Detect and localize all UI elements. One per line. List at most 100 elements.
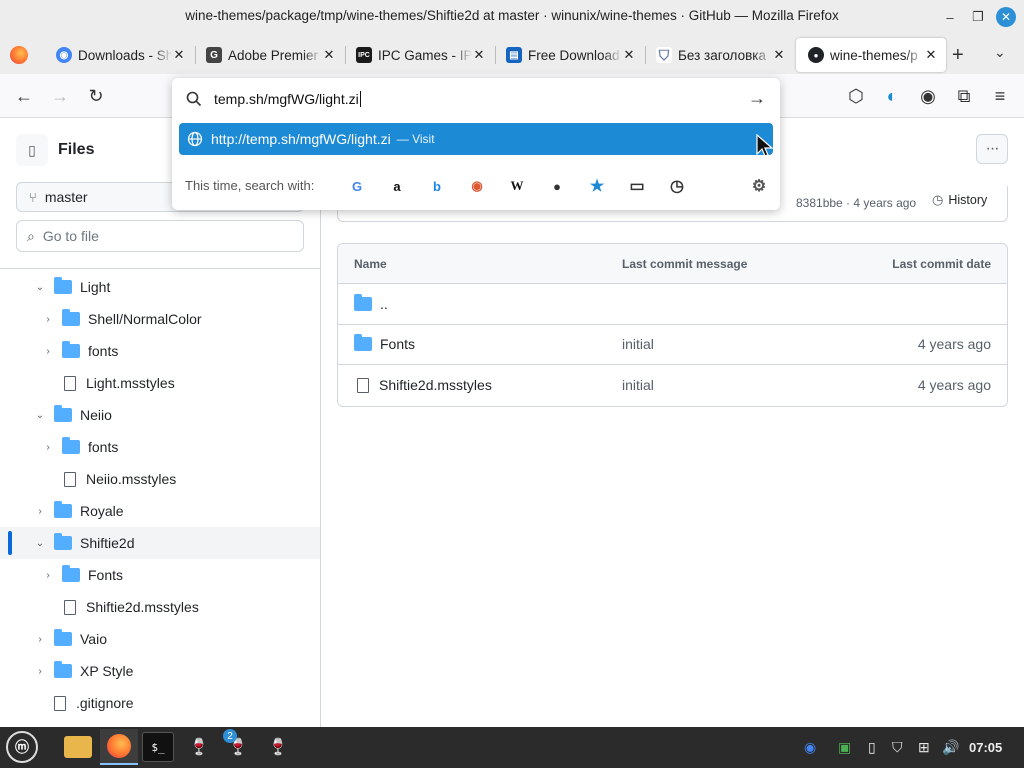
mint-menu-icon[interactable]: ⓜ	[6, 731, 38, 763]
tree-item-fonts[interactable]: › fonts	[0, 335, 320, 367]
file-name[interactable]: ..	[380, 296, 388, 312]
tree-item-label: .gitignore	[76, 695, 134, 711]
commit-message[interactable]: initial	[622, 336, 654, 352]
more-options-button[interactable]: ···	[976, 134, 1008, 164]
tree-item-xp-style[interactable]: › XP Style	[0, 655, 320, 687]
tree-item-shiftie2d-msstyles[interactable]: Shiftie2d.msstyles	[0, 591, 320, 623]
history-button[interactable]: ◷ History	[932, 192, 987, 208]
chevron-right-icon[interactable]: ›	[42, 314, 54, 325]
file-table-header: Name Last commit message Last commit dat…	[338, 244, 1007, 284]
tab-label: Downloads - Sh	[78, 47, 172, 63]
vpn-icon[interactable]: ◐	[880, 84, 904, 108]
tab-close-icon[interactable]: ✕	[472, 47, 486, 63]
go-arrow-icon[interactable]: →	[748, 88, 766, 109]
amazon-icon[interactable]: a	[386, 175, 408, 197]
tab-free-download[interactable]: ▤ Free Download ✕	[494, 38, 644, 72]
chevron-down-icon[interactable]: ⌄	[34, 538, 46, 549]
google-icon[interactable]: G	[346, 175, 368, 197]
new-tab-button[interactable]: +	[952, 44, 964, 67]
back-icon[interactable]: ←	[12, 84, 36, 108]
file-name[interactable]: Fonts	[380, 336, 415, 352]
file-name[interactable]: Shiftie2d.msstyles	[379, 377, 492, 393]
chevron-down-icon[interactable]: ⌄	[34, 410, 46, 421]
tab-ipc-games[interactable]: IPC IPC Games - IPC ✕	[344, 38, 494, 72]
extensions-icon[interactable]: ⧉	[952, 84, 976, 108]
duckduckgo-icon[interactable]: ◉	[466, 175, 488, 197]
table-row[interactable]: Shiftie2d.msstyles initial 4 years ago	[338, 366, 1007, 406]
tree-item-neiio[interactable]: ⌄ Neiio	[0, 399, 320, 431]
account-icon[interactable]: ◉	[916, 84, 940, 108]
settings-icon[interactable]: ⚙	[748, 175, 770, 197]
suggestion-url: http://temp.sh/mgfWG/light.zi	[211, 131, 391, 147]
tab-close-icon[interactable]: ✕	[172, 47, 186, 63]
table-row[interactable]: ..	[338, 285, 1007, 325]
list-all-tabs-button[interactable]: ⌄	[994, 44, 1006, 61]
tree-item-gitignore[interactable]: .gitignore	[0, 687, 320, 719]
tree-item-shell-normalcolor[interactable]: › Shell/NormalColor	[0, 303, 320, 335]
bing-icon[interactable]: b	[426, 175, 448, 197]
wine-icon[interactable]: 🍷	[182, 732, 216, 762]
commit-date: 4 years ago	[917, 377, 991, 393]
url-suggestion[interactable]: http://temp.sh/mgfWG/light.zi — Visit	[179, 123, 773, 155]
folder-icon	[54, 501, 72, 518]
chevron-right-icon[interactable]: ›	[42, 442, 54, 453]
close-window-button[interactable]: ✕	[996, 7, 1016, 27]
go-to-file-input[interactable]: ⌕ Go to file	[16, 220, 304, 252]
pocket-icon[interactable]: ⬡	[844, 84, 868, 108]
tab-downloads[interactable]: ◉ Downloads - Sh ✕	[44, 38, 194, 72]
tab-close-icon[interactable]: ✕	[322, 47, 336, 63]
tree-item-fonts[interactable]: › fonts	[0, 431, 320, 463]
github-search-icon[interactable]: ●	[546, 175, 568, 197]
system-monitor-icon[interactable]: ▣	[838, 739, 851, 756]
tab-label: Adobe Premier	[228, 47, 319, 63]
chevron-right-icon[interactable]: ›	[34, 634, 46, 645]
forward-icon[interactable]: →	[48, 84, 72, 108]
tab-adobe-premier[interactable]: G Adobe Premier ✕	[194, 38, 344, 72]
commit-message[interactable]: initial	[622, 377, 654, 393]
terminal-icon[interactable]: $_	[142, 732, 174, 762]
chevron-right-icon[interactable]: ›	[34, 666, 46, 677]
tab-wine-themes[interactable]: ● wine-themes/p ✕	[796, 38, 946, 72]
tab-close-icon[interactable]: ✕	[772, 47, 786, 63]
tabs-icon[interactable]: ▭	[626, 175, 648, 197]
table-row[interactable]: Fonts initial 4 years ago	[338, 325, 1007, 365]
chevron-right-icon[interactable]: ›	[34, 506, 46, 517]
firefox-taskbar-icon[interactable]	[100, 729, 138, 765]
bookmarks-icon[interactable]: ★	[586, 175, 608, 197]
firefox-icon[interactable]	[10, 46, 28, 64]
menu-icon[interactable]: ≡	[988, 84, 1012, 108]
tree-item-fonts[interactable]: › Fonts	[0, 559, 320, 591]
files-app-icon[interactable]	[60, 732, 96, 762]
minimize-button[interactable]: –	[940, 7, 960, 27]
volume-icon[interactable]: 🔊	[942, 739, 959, 756]
chevron-right-icon[interactable]: ›	[42, 346, 54, 357]
tab-close-icon[interactable]: ✕	[924, 47, 938, 63]
tree-item-label: XP Style	[80, 663, 134, 679]
tree-item-light-msstyles[interactable]: Light.msstyles	[0, 367, 320, 399]
chevron-down-icon[interactable]: ⌄	[34, 282, 46, 293]
maximize-button[interactable]: ❐	[968, 7, 988, 27]
shield-tray-icon[interactable]: ⛉	[892, 739, 903, 756]
wikipedia-icon[interactable]: W	[506, 175, 528, 197]
tab-close-icon[interactable]: ✕	[622, 47, 636, 63]
network-icon[interactable]: ⊞	[918, 739, 930, 756]
reload-icon[interactable]: ↻	[84, 84, 108, 108]
tree-item-light[interactable]: ⌄ Light	[0, 271, 320, 303]
tree-item-vaio[interactable]: › Vaio	[0, 623, 320, 655]
selected-indicator	[8, 531, 12, 555]
tree-item-neiio-msstyles[interactable]: Neiio.msstyles	[0, 463, 320, 495]
commit-sha-age[interactable]: 8381bbe · 4 years ago	[796, 196, 916, 210]
collapse-sidebar-icon[interactable]: ▯	[16, 134, 48, 166]
wine-config-icon[interactable]: 🍷	[262, 732, 294, 762]
chrome-tray-icon[interactable]: ◉	[804, 739, 816, 756]
tab-untitled[interactable]: ⛉ Без заголовка ✕	[644, 38, 794, 72]
clock[interactable]: 07:05	[969, 740, 1002, 755]
chevron-right-icon[interactable]: ›	[42, 570, 54, 581]
tree-item-royale[interactable]: › Royale	[0, 495, 320, 527]
tree-item-label: Light.msstyles	[86, 375, 175, 391]
tree-item-shiftie2d[interactable]: ⌄ Shiftie2d	[0, 527, 320, 559]
clipboard-icon[interactable]: ▯	[868, 739, 876, 756]
history-icon[interactable]: ◷	[666, 175, 688, 197]
url-input[interactable]: temp.sh/mgfWG/light.zi →	[182, 84, 772, 114]
folder-icon	[54, 533, 72, 550]
